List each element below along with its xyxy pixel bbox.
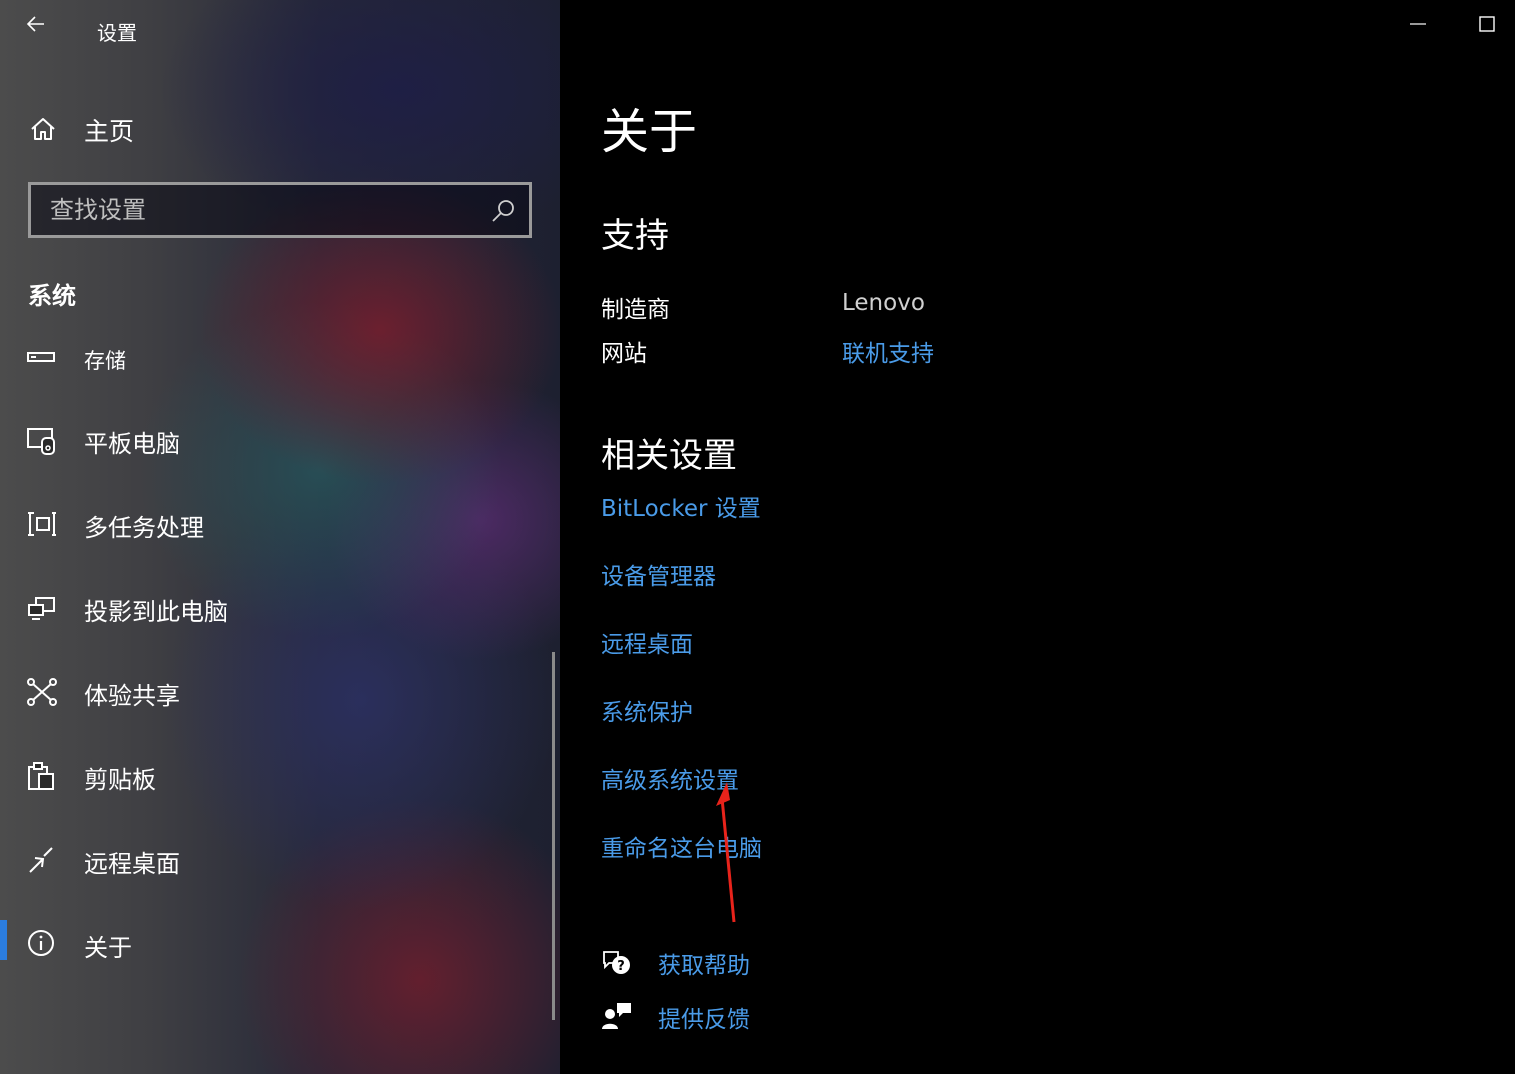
sidebar-scrollbar[interactable] [552, 652, 555, 1020]
feedback-icon [602, 1003, 631, 1029]
project-icon [28, 597, 55, 620]
sidebar-item-label: 剪贴板 [84, 766, 156, 794]
section-title-system: 系统 [28, 282, 76, 310]
system-protection-link[interactable]: 系统保护 [601, 693, 693, 727]
page-title: 关于 [601, 104, 698, 160]
sidebar-item-clipboard[interactable]: 剪贴板 [0, 746, 550, 806]
home-nav-item[interactable]: 主页 [0, 104, 560, 152]
sidebar-item-project[interactable]: 投影到此电脑 [0, 578, 550, 638]
sidebar-item-label: 平板电脑 [84, 430, 180, 458]
clipboard-icon [28, 762, 54, 790]
sidebar-item-label: 投影到此电脑 [84, 598, 228, 626]
tablet-icon [27, 428, 55, 455]
sidebar-item-about[interactable]: 关于 [0, 914, 550, 974]
get-help-item[interactable]: ? 获取帮助 [601, 942, 901, 982]
minimize-icon[interactable] [1409, 18, 1427, 30]
search-input[interactable] [31, 185, 529, 235]
help-chat-icon: ? [603, 951, 630, 974]
online-support-link[interactable]: 联机支持 [842, 334, 934, 368]
storage-icon [27, 352, 55, 362]
manufacturer-label: 制造商 [601, 297, 670, 323]
search-icon[interactable] [489, 197, 517, 225]
sidebar-item-shared-experiences[interactable]: 体验共享 [0, 662, 550, 722]
sidebar-item-label: 远程桌面 [84, 850, 180, 878]
annotation-arrow [716, 782, 736, 923]
sidebar-item-label: 关于 [84, 934, 132, 962]
sidebar-item-label: 体验共享 [84, 682, 180, 710]
get-help-label: 获取帮助 [658, 953, 750, 979]
sidebar-item-label: 存储 [84, 349, 126, 373]
support-heading: 支持 [601, 216, 669, 256]
active-indicator [0, 920, 7, 960]
sidebar: 设置 主页 系统 存储 平板电脑 [0, 0, 560, 1074]
back-arrow-icon[interactable] [22, 10, 50, 38]
sidebar-item-storage[interactable]: 存储 [0, 328, 550, 388]
rename-pc-link[interactable]: 重命名这台电脑 [601, 829, 762, 863]
info-icon [28, 930, 54, 956]
device-manager-link[interactable]: 设备管理器 [601, 557, 716, 591]
bitlocker-settings-link[interactable]: BitLocker 设置 [601, 489, 761, 523]
home-icon [31, 118, 55, 140]
share-icon [27, 678, 57, 706]
search-box[interactable] [28, 182, 532, 238]
website-label: 网站 [601, 341, 647, 367]
maximize-icon[interactable] [1479, 16, 1495, 32]
manufacturer-value: Lenovo [842, 290, 925, 316]
main-content: 关于 支持 制造商 Lenovo 网站 联机支持 相关设置 BitLocker … [560, 0, 1515, 1074]
svg-text:?: ? [617, 959, 625, 974]
feedback-label: 提供反馈 [658, 1007, 750, 1033]
home-label: 主页 [84, 117, 135, 146]
advanced-system-settings-link[interactable]: 高级系统设置 [601, 761, 739, 795]
multitasking-icon [28, 512, 56, 536]
app-title: 设置 [97, 21, 137, 45]
sidebar-item-tablet[interactable]: 平板电脑 [0, 410, 550, 470]
sidebar-item-multitasking[interactable]: 多任务处理 [0, 494, 550, 554]
remote-desktop-icon [29, 847, 53, 873]
related-settings-heading: 相关设置 [601, 436, 737, 476]
feedback-item[interactable]: 提供反馈 [601, 996, 901, 1036]
remote-desktop-link[interactable]: 远程桌面 [601, 625, 693, 659]
sidebar-item-remote-desktop[interactable]: 远程桌面 [0, 830, 550, 890]
sidebar-item-label: 多任务处理 [84, 514, 204, 542]
